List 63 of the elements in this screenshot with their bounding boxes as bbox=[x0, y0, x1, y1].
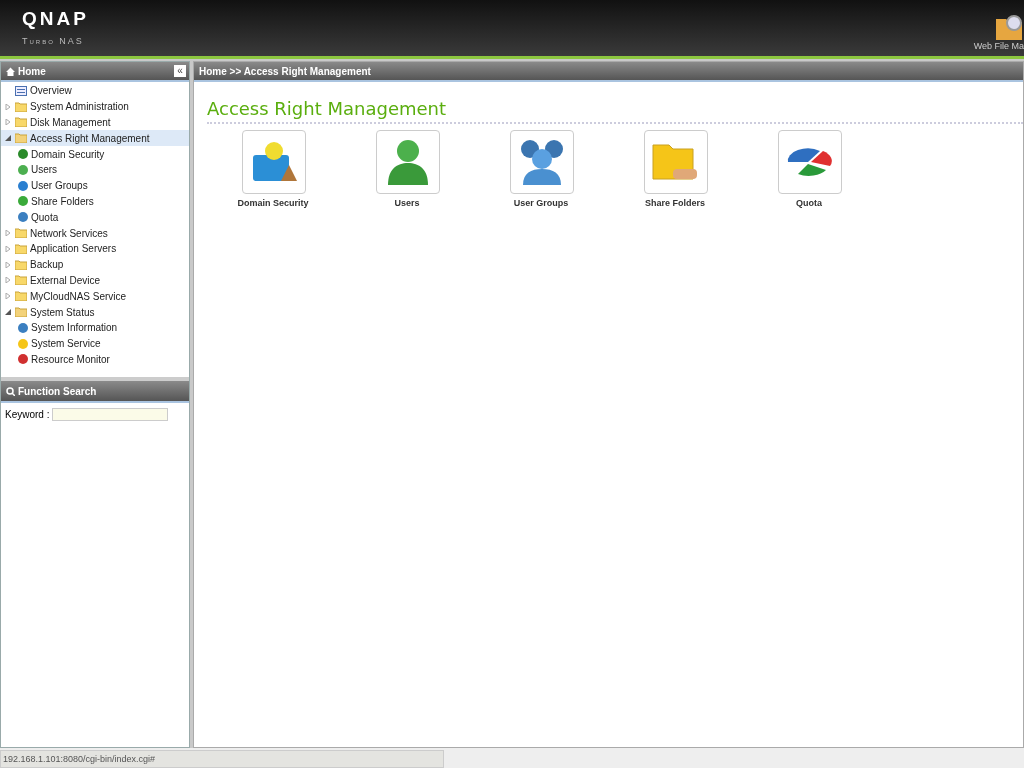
product-name: Turbo NAS bbox=[22, 36, 85, 46]
tree-item[interactable]: Quota bbox=[1, 209, 189, 226]
tree-item[interactable]: User Groups bbox=[1, 177, 189, 194]
brand-logo: QNAP bbox=[22, 8, 89, 30]
folder-icon bbox=[15, 275, 27, 286]
expander-icon[interactable] bbox=[5, 135, 11, 142]
folder-icon bbox=[15, 259, 27, 270]
breadcrumb: Home >> Access Right Management bbox=[199, 65, 371, 77]
search-icon bbox=[6, 386, 15, 396]
tree-item[interactable]: Users bbox=[1, 162, 189, 178]
home-icon bbox=[6, 66, 15, 76]
folder-icon bbox=[15, 228, 27, 239]
folder-icon bbox=[15, 243, 27, 254]
folder-icon bbox=[15, 291, 27, 302]
expander-icon[interactable] bbox=[5, 309, 11, 316]
item-icon bbox=[18, 180, 28, 191]
tile-button[interactable] bbox=[376, 130, 440, 194]
sidebar-title: Home bbox=[6, 65, 46, 77]
page-title: Access Right Management bbox=[207, 98, 1023, 124]
tree-item[interactable]: Resource Monitor bbox=[1, 351, 189, 368]
item-icon bbox=[18, 212, 28, 223]
folder-icon bbox=[15, 307, 27, 318]
item-icon bbox=[18, 338, 28, 349]
item-icon bbox=[18, 149, 28, 160]
shortcut-label[interactable]: Web File Ma bbox=[973, 41, 1024, 51]
tree-item[interactable]: Domain Security bbox=[1, 146, 189, 162]
folder-icon bbox=[15, 101, 27, 112]
tree-item[interactable]: Network Services bbox=[1, 225, 189, 241]
tree-item[interactable]: System Status bbox=[1, 304, 189, 320]
tree-item[interactable]: Overview bbox=[1, 83, 189, 99]
collapse-button[interactable]: « bbox=[174, 65, 186, 77]
tree-item[interactable]: Share Folders bbox=[1, 193, 189, 210]
item-icon bbox=[18, 164, 28, 175]
folder-search-icon[interactable] bbox=[994, 13, 1024, 41]
item-icon bbox=[18, 322, 28, 333]
user-icon bbox=[386, 137, 430, 187]
tile-label[interactable]: Domain Security bbox=[232, 198, 314, 208]
folder-icon bbox=[15, 117, 27, 128]
tile-button[interactable] bbox=[242, 130, 306, 194]
status-bar: 192.168.1.101:8080/cgi-bin/index.cgi# bbox=[0, 750, 444, 768]
tree-item[interactable]: Access Right Management bbox=[1, 130, 189, 147]
tree-item[interactable]: System Service bbox=[1, 335, 189, 352]
tree-item[interactable]: Disk Management bbox=[1, 114, 189, 131]
tree-item[interactable]: System Administration bbox=[1, 98, 189, 115]
tree-item[interactable]: System Information bbox=[1, 319, 189, 336]
tree-item[interactable]: Backup bbox=[1, 256, 189, 273]
tile-label[interactable]: Share Folders bbox=[634, 198, 716, 208]
tree-item[interactable]: Application Servers bbox=[1, 240, 189, 257]
list-icon bbox=[15, 85, 27, 96]
keyword-field[interactable] bbox=[52, 408, 169, 421]
tile-label[interactable]: Quota bbox=[768, 198, 850, 208]
folder-icon bbox=[15, 133, 27, 144]
tile-button[interactable] bbox=[510, 130, 574, 194]
keyword-label: Keyword : bbox=[5, 409, 50, 420]
tile-button[interactable] bbox=[778, 130, 842, 194]
tile-label[interactable]: User Groups bbox=[500, 198, 582, 208]
tree-item[interactable]: MyCloudNAS Service bbox=[1, 288, 189, 305]
tree-item[interactable]: External Device bbox=[1, 272, 189, 289]
function-search-title: Function Search bbox=[6, 385, 97, 397]
item-icon bbox=[18, 196, 28, 207]
tile-label[interactable]: Users bbox=[366, 198, 448, 208]
item-icon bbox=[18, 354, 28, 365]
tile-button[interactable] bbox=[644, 130, 708, 194]
